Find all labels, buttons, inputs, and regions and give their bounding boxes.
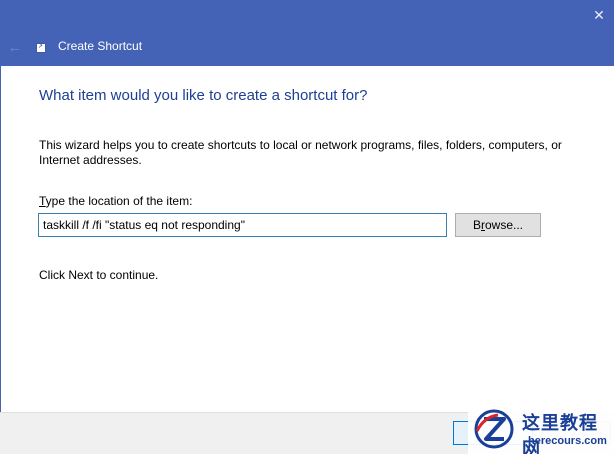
location-input[interactable] [38,213,447,237]
watermark-text: 这里教程网 [522,413,598,454]
wizard-header: ← ↗ Create Shortcut [0,30,614,66]
close-icon: ✕ [593,7,605,23]
watermark-url: herecours.com [528,435,607,447]
wizard-content [0,66,614,412]
browse-label-prefix: B [472,218,481,232]
watermark: 这里教程网 herecours.com [468,404,614,454]
close-button[interactable]: ✕ [584,0,614,30]
window-title: Create Shortcut [58,39,143,53]
watermark-logo-icon [474,409,514,449]
shortcut-icon: ↗ [36,43,46,53]
wizard-heading: What item would you like to create a sho… [39,87,368,104]
location-label-text: ype the location of the item: [45,194,193,208]
wizard-description: This wizard helps you to create shortcut… [39,138,562,167]
create-shortcut-window: ✕ ← ↗ Create Shortcut What item would yo… [0,0,614,454]
back-arrow-icon[interactable]: ← [6,39,24,57]
shortcut-arrow-icon: ↗ [38,44,44,50]
title-bar: ✕ [0,0,614,32]
location-label-accelerator: T [39,194,46,208]
location-label: Type the location of the item: [39,194,192,208]
browse-label-rest: owse... [485,218,524,232]
continue-instruction: Click Next to continue. [39,268,159,282]
browse-button[interactable]: Browse... [455,213,541,237]
